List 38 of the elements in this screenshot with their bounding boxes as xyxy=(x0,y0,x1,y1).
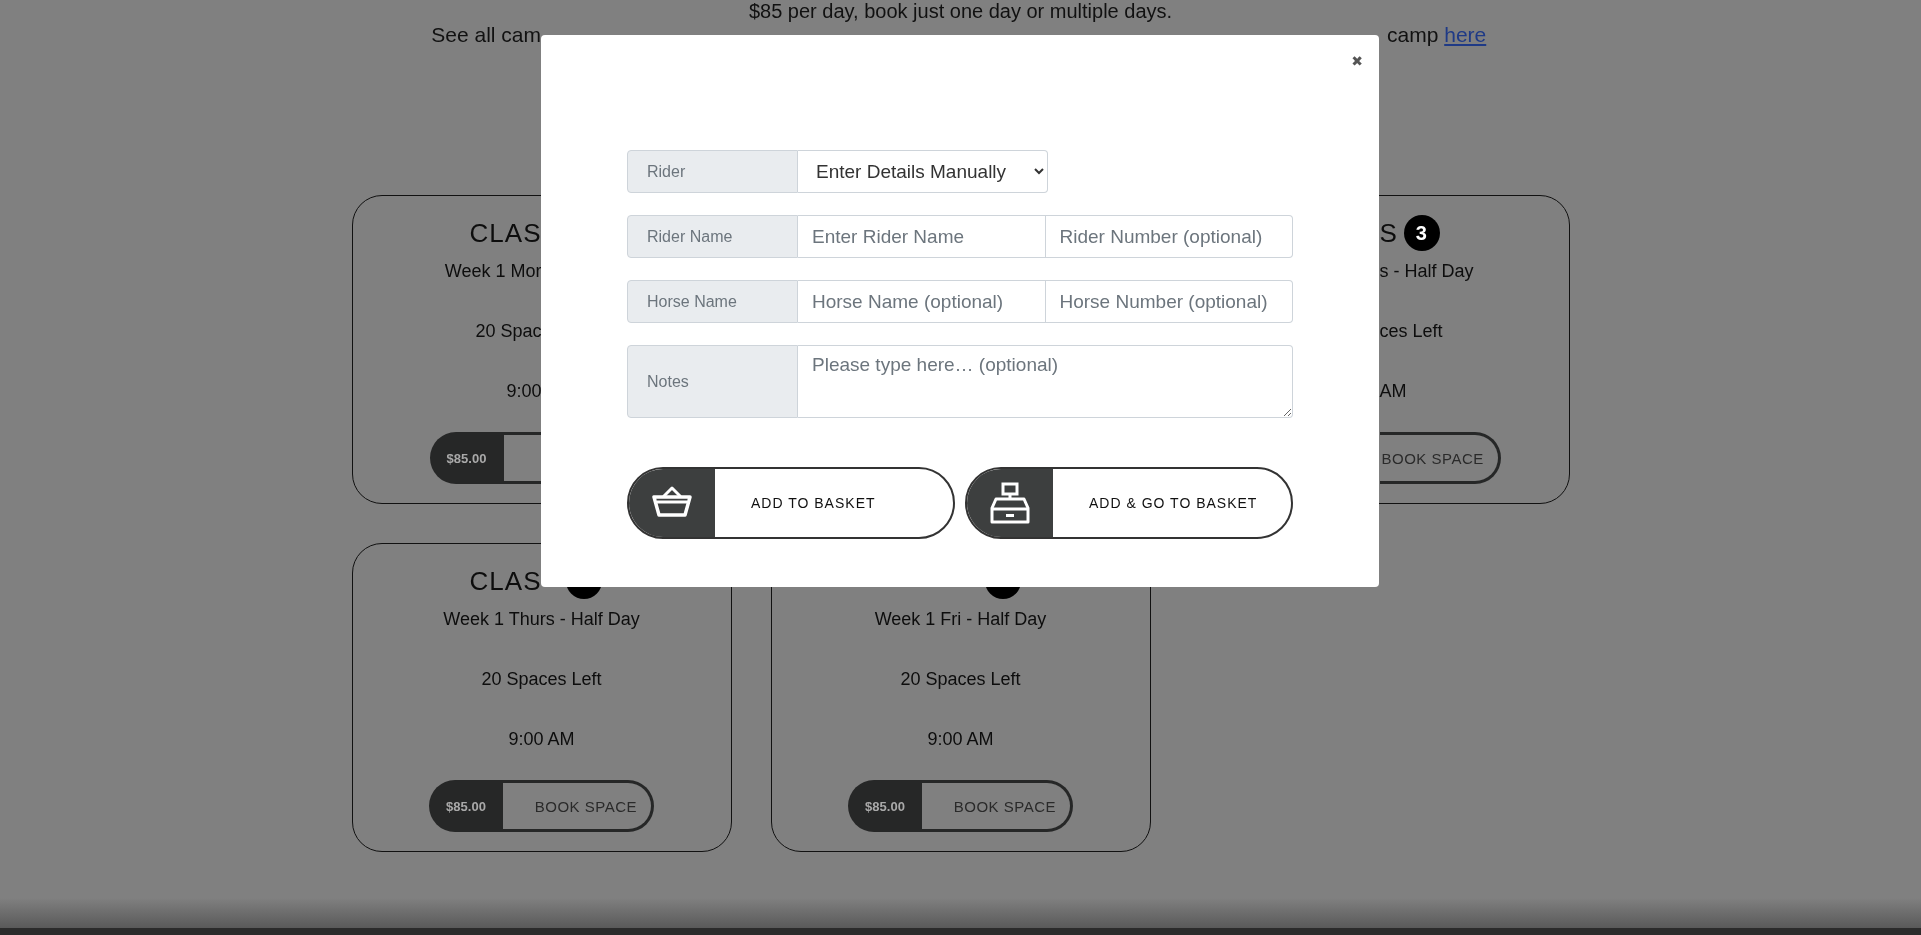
spaces-left: ces Left xyxy=(1379,320,1443,342)
spaces-left: 20 Spaces Left xyxy=(900,668,1021,690)
input-field[interactable]: Enter Rider Name xyxy=(798,215,1046,258)
input-field[interactable]: Rider Number (optional) xyxy=(1045,215,1293,258)
book-space-button[interactable]: BOOK SPACE xyxy=(503,780,654,832)
info-text: camp xyxy=(1387,23,1439,46)
rider-select[interactable]: Enter Details Manually xyxy=(798,150,1048,193)
start-time: 9:00 xyxy=(506,380,542,402)
session-name: Week 1 Mor xyxy=(444,260,542,282)
field-label: Rider Name xyxy=(627,215,798,258)
spaces-left: 20 Spaces Left xyxy=(481,668,602,690)
price-label: $85.00 xyxy=(429,780,503,832)
input-field[interactable]: Horse Name (optional) xyxy=(798,280,1046,323)
book-space-button[interactable]: BOOK SPACE xyxy=(922,780,1073,832)
spaces-left: 20 Spac xyxy=(475,320,542,342)
field-label: Rider xyxy=(627,150,798,193)
basket-button[interactable]: ADD TO BASKET xyxy=(627,467,955,539)
price-label: $85.00 xyxy=(429,432,504,484)
basket-button[interactable]: ADD & GO TO BASKET xyxy=(965,467,1293,539)
notes-field[interactable]: Please type here… (optional) xyxy=(798,345,1293,418)
field-label: Horse Name xyxy=(627,280,798,323)
session-name: Week 1 Thurs - Half Day xyxy=(443,608,640,630)
pricing-text: $85 per day, book just one day or multiple days. xyxy=(747,0,1174,22)
class-title: CLAS xyxy=(469,217,542,249)
input-field[interactable]: Horse Number (optional) xyxy=(1045,280,1293,323)
session-name: s - Half Day xyxy=(1379,260,1474,282)
cash-register-icon xyxy=(988,482,1032,524)
class-title: CLAS xyxy=(469,565,542,597)
class-title: S xyxy=(1379,217,1398,249)
start-time: AM xyxy=(1379,380,1407,402)
start-time: 9:00 AM xyxy=(927,728,994,750)
close-icon[interactable]: ✖ xyxy=(1351,53,1363,69)
count-badge: 3 xyxy=(1403,215,1440,251)
info-text: See all cam xyxy=(431,23,541,46)
price-label: $85.00 xyxy=(848,780,922,832)
start-time: 9:00 AM xyxy=(508,728,575,750)
field-label: Notes xyxy=(627,345,798,418)
session-name: Week 1 Fri - Half Day xyxy=(874,608,1047,630)
